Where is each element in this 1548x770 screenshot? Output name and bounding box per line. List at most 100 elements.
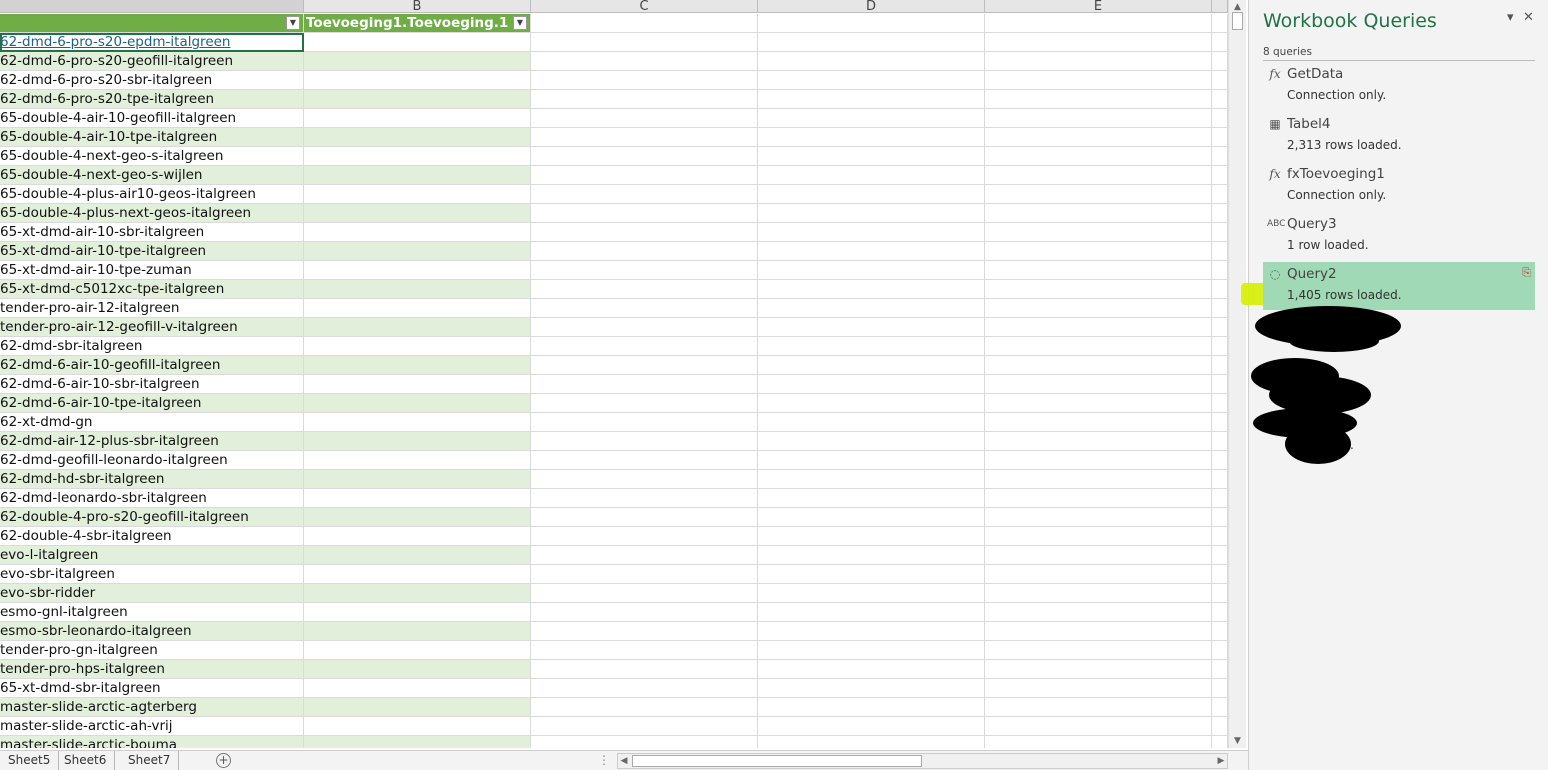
cell[interactable]	[758, 451, 985, 470]
cell[interactable]: 65-double-4-next-geo-s-wijlen	[0, 166, 304, 185]
cell[interactable]	[985, 33, 1212, 52]
cell[interactable]	[531, 52, 758, 71]
cell[interactable]: 65-xt-dmd-air-10-tpe-zuman	[0, 261, 304, 280]
cell[interactable]	[304, 71, 531, 90]
cell[interactable]	[304, 109, 531, 128]
cell[interactable]	[531, 109, 758, 128]
cell[interactable]: 62-dmd-6-pro-s20-epdm-italgreen	[0, 33, 304, 52]
cell[interactable]	[531, 204, 758, 223]
add-sheet-icon[interactable]: +	[216, 753, 231, 768]
cell[interactable]	[985, 432, 1212, 451]
cell[interactable]	[758, 299, 985, 318]
cell[interactable]: master-slide-arctic-ah-vrij	[0, 717, 304, 736]
cell[interactable]	[985, 698, 1212, 717]
horizontal-scroll-thumb[interactable]	[632, 755, 922, 767]
cell[interactable]	[1212, 432, 1228, 451]
cell[interactable]	[985, 242, 1212, 261]
cell[interactable]	[758, 432, 985, 451]
cell[interactable]	[758, 622, 985, 641]
cell[interactable]	[758, 736, 985, 748]
cell[interactable]	[531, 546, 758, 565]
cell[interactable]: 65-double-4-air-10-tpe-italgreen	[0, 128, 304, 147]
cell[interactable]	[985, 660, 1212, 679]
cell[interactable]	[1212, 147, 1228, 166]
cell[interactable]	[758, 470, 985, 489]
cell[interactable]: esmo-gnl-italgreen	[0, 603, 304, 622]
cell[interactable]: 65-double-4-plus-next-geos-italgreen	[0, 204, 304, 223]
cell[interactable]: 62-dmd-6-air-10-tpe-italgreen	[0, 394, 304, 413]
filter-dropdown-icon[interactable]: ▼	[513, 16, 527, 30]
cell[interactable]	[985, 375, 1212, 394]
cell[interactable]	[1212, 242, 1228, 261]
cell[interactable]	[985, 508, 1212, 527]
cell[interactable]	[985, 147, 1212, 166]
cell[interactable]: 65-xt-dmd-air-10-sbr-italgreen	[0, 223, 304, 242]
cell[interactable]	[985, 679, 1212, 698]
cell[interactable]	[758, 33, 985, 52]
cell[interactable]	[1212, 546, 1228, 565]
column-header-d[interactable]: D	[758, 0, 985, 13]
cell[interactable]	[531, 470, 758, 489]
cell[interactable]	[985, 128, 1212, 147]
column-header-a[interactable]	[0, 0, 304, 13]
cell[interactable]	[985, 109, 1212, 128]
cell[interactable]	[304, 432, 531, 451]
cell[interactable]	[758, 204, 985, 223]
cell[interactable]: 62-dmd-6-pro-s20-sbr-italgreen	[0, 71, 304, 90]
cell[interactable]: tender-pro-gn-italgreen	[0, 641, 304, 660]
cell[interactable]	[304, 33, 531, 52]
cell[interactable]	[304, 413, 531, 432]
cell[interactable]	[758, 280, 985, 299]
cell[interactable]: tender-pro-air-12-geofill-v-italgreen	[0, 318, 304, 337]
cell[interactable]	[985, 584, 1212, 603]
cell[interactable]	[985, 90, 1212, 109]
cell[interactable]	[531, 14, 758, 33]
cell[interactable]	[758, 660, 985, 679]
cell[interactable]	[985, 52, 1212, 71]
cell[interactable]	[304, 546, 531, 565]
cell[interactable]	[304, 185, 531, 204]
cell[interactable]	[758, 375, 985, 394]
query-item-fxtoevoeging1[interactable]: fx fxToevoeging1 Connection only.	[1263, 162, 1535, 210]
cell[interactable]	[531, 299, 758, 318]
cell[interactable]	[531, 584, 758, 603]
cell[interactable]	[985, 299, 1212, 318]
cell[interactable]	[531, 394, 758, 413]
cell[interactable]	[758, 242, 985, 261]
cell[interactable]: 62-xt-dmd-gn	[0, 413, 304, 432]
cell[interactable]	[531, 527, 758, 546]
cell[interactable]	[531, 280, 758, 299]
cell[interactable]	[985, 71, 1212, 90]
cell[interactable]: 62-dmd-6-pro-s20-geofill-italgreen	[0, 52, 304, 71]
cell[interactable]	[1212, 185, 1228, 204]
column-header-e[interactable]: E	[985, 0, 1212, 13]
cell[interactable]	[758, 527, 985, 546]
cell[interactable]	[1212, 280, 1228, 299]
cell[interactable]	[985, 223, 1212, 242]
cell[interactable]	[758, 356, 985, 375]
cell[interactable]	[531, 337, 758, 356]
tab-sheet6[interactable]: Sheet6	[56, 751, 116, 770]
cell[interactable]: 62-dmd-leonardo-sbr-italgreen	[0, 489, 304, 508]
cell[interactable]	[985, 394, 1212, 413]
cell[interactable]	[985, 413, 1212, 432]
cell[interactable]	[1212, 565, 1228, 584]
cell[interactable]	[758, 565, 985, 584]
cell[interactable]	[758, 337, 985, 356]
cell[interactable]	[531, 375, 758, 394]
cell[interactable]	[1212, 527, 1228, 546]
cell[interactable]	[531, 432, 758, 451]
cell[interactable]	[531, 679, 758, 698]
cell[interactable]	[985, 717, 1212, 736]
cell[interactable]	[985, 166, 1212, 185]
cell[interactable]	[985, 185, 1212, 204]
cell[interactable]	[1212, 375, 1228, 394]
cell[interactable]: evo-sbr-italgreen	[0, 565, 304, 584]
cell[interactable]: 62-double-4-sbr-italgreen	[0, 527, 304, 546]
cell[interactable]	[304, 242, 531, 261]
scroll-left-icon[interactable]: ◀	[618, 754, 630, 768]
cell[interactable]	[1212, 736, 1228, 748]
cell[interactable]	[531, 128, 758, 147]
cell[interactable]	[1212, 204, 1228, 223]
cell[interactable]	[304, 508, 531, 527]
